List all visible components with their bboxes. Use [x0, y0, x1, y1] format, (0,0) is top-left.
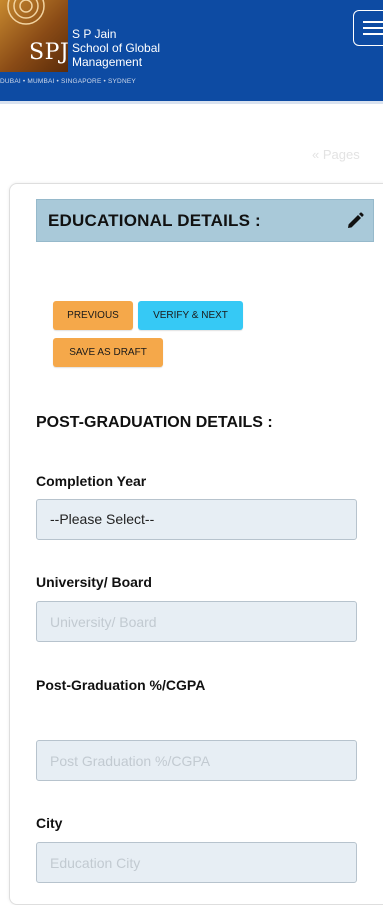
form-card	[9, 183, 383, 905]
logo-rings-icon	[7, 0, 45, 25]
hamburger-menu-button[interactable]	[353, 10, 383, 46]
verify-next-button[interactable]: VERIFY & NEXT	[138, 301, 243, 330]
completion-year-label: Completion Year	[36, 473, 147, 489]
faded-page-link: « Pages	[312, 147, 360, 162]
brand-name: S P Jain School of Global Management	[72, 27, 160, 69]
section-header: EDUCATIONAL DETAILS :	[36, 199, 374, 242]
university-input[interactable]	[36, 601, 357, 642]
city-label: City	[36, 815, 63, 831]
percentage-label: Post-Graduation %/CGPA	[36, 677, 206, 693]
post-graduation-heading: POST-GRADUATION DETAILS :	[36, 414, 273, 431]
campus-tagline: DUBAI • MUMBAI • SINGAPORE • SYDNEY	[0, 78, 136, 85]
university-label: University/ Board	[36, 574, 152, 590]
hamburger-menu-icon-bar	[363, 27, 383, 29]
hamburger-menu-icon	[363, 21, 383, 23]
completion-year-value: --Please Select--	[50, 511, 155, 527]
brand-line-3: Management	[72, 55, 143, 69]
header-divider	[0, 101, 383, 104]
hamburger-menu-icon-bar	[363, 33, 383, 35]
site-header: SPJ S P Jain School of Global Management…	[0, 0, 383, 101]
percentage-input[interactable]	[36, 740, 357, 781]
section-title: EDUCATIONAL DETAILS :	[48, 211, 261, 230]
logo-text: SPJ	[29, 40, 68, 65]
save-draft-button[interactable]: SAVE AS DRAFT	[53, 338, 163, 367]
pencil-icon[interactable]	[345, 211, 365, 231]
brand-line-2: School of Global	[72, 41, 161, 55]
completion-year-select[interactable]: --Please Select--	[36, 499, 357, 540]
previous-button[interactable]: PREVIOUS	[53, 301, 133, 330]
city-input[interactable]	[36, 842, 357, 883]
brand-line-1: S P Jain	[72, 27, 117, 41]
spj-logo[interactable]: SPJ	[0, 0, 68, 72]
